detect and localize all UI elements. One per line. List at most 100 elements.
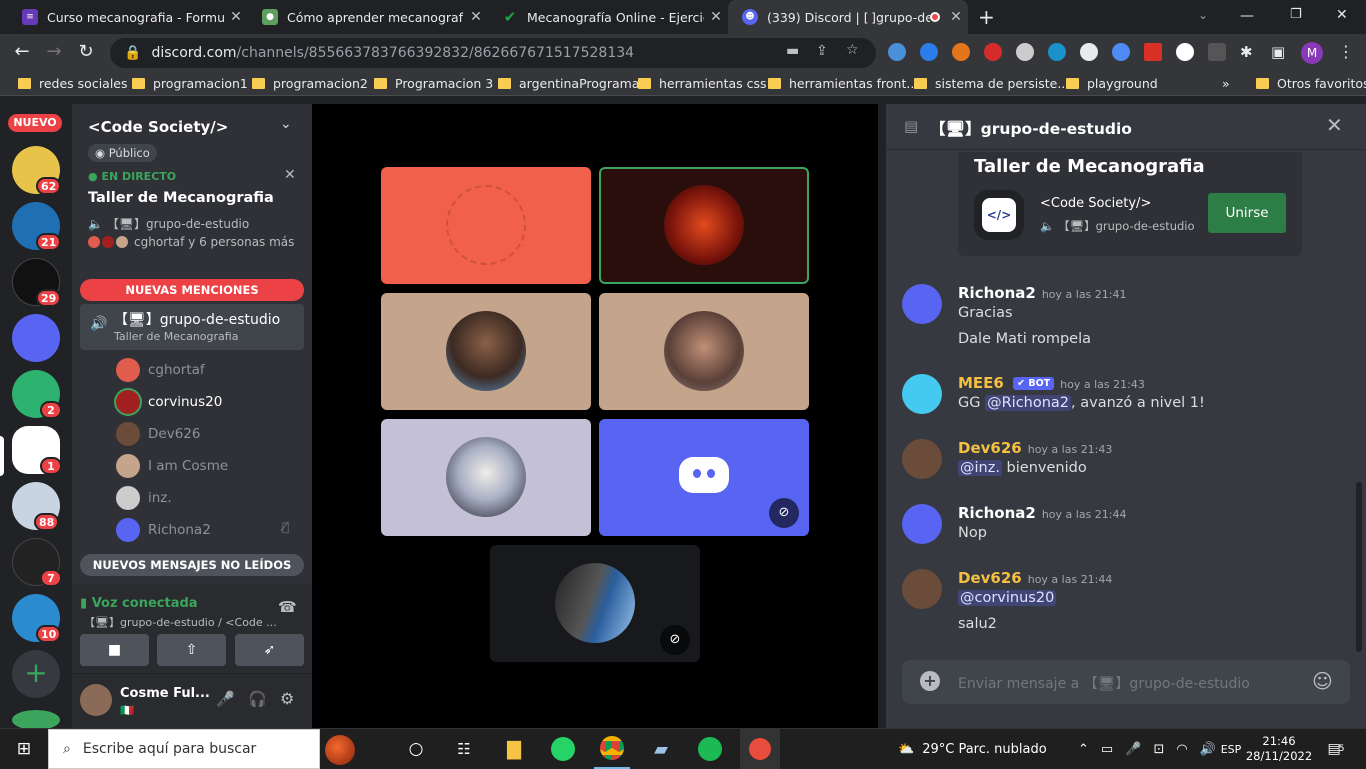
voice-user[interactable]: corvinus20 [116,390,222,414]
battery-icon[interactable]: ▭ [1101,742,1113,757]
extension-icon[interactable] [1048,43,1066,61]
volume-icon[interactable]: 🔊 [1200,742,1216,757]
browser-tab[interactable]: ● Cómo aprender mecanografía: 1 ✕ [248,0,488,34]
headphones-icon[interactable]: 🎧 [248,690,267,708]
extension-icon[interactable] [1176,43,1194,61]
avatar[interactable] [902,374,942,414]
restore-icon[interactable]: ❐ [1290,7,1302,22]
extension-icon[interactable] [1016,43,1034,61]
file-explorer-icon[interactable]: ▇ [496,729,532,769]
pdf-icon[interactable] [1144,43,1162,61]
video-tile[interactable]: ⊘ [599,419,809,536]
bookmarks-overflow[interactable]: » [1222,76,1230,91]
share-icon[interactable]: ⇪ [816,43,828,59]
bookmark-folder[interactable]: programacion1 [132,76,248,91]
bookmark-folder[interactable]: redes sociales [18,76,128,91]
browser-tab[interactable]: ✔ Mecanografía Online - Ejercicio c ✕ [488,0,728,34]
clock[interactable]: 21:46 28/11/2022 [1246,729,1312,769]
reload-icon[interactable]: ↻ [70,41,102,62]
avatar[interactable] [902,504,942,544]
bookmark-folder[interactable]: playground [1066,76,1158,91]
wifi-icon[interactable]: ◠ [1176,742,1187,757]
spotify-icon[interactable] [692,729,728,769]
video-tile[interactable] [599,293,809,410]
tab-search-icon[interactable]: ⌄ [1198,8,1208,22]
extension-icon[interactable] [888,43,906,61]
menu-icon[interactable]: ⋮ [1338,42,1354,61]
message-author[interactable]: Richona2 hoy a las 21:41 [958,284,1126,302]
scrollbar[interactable] [1356,482,1362,652]
close-tab-icon[interactable]: ✕ [464,9,488,25]
bookmark-star-icon[interactable]: ☆ [846,42,859,58]
close-icon[interactable]: ✕ [284,167,296,183]
message-author[interactable]: Richona2 hoy a las 21:44 [958,504,1126,522]
close-window-icon[interactable]: ✕ [1336,7,1348,23]
widgets-icon[interactable]: ☷ [446,729,482,769]
bookmark-folder[interactable]: Programacion 3 [374,76,493,91]
extension-icon[interactable] [1080,43,1098,61]
event-title[interactable]: Taller de Mecanografia [88,190,274,206]
back-icon[interactable]: ← [6,41,38,62]
metamask-icon[interactable] [952,43,970,61]
windows-start-icon[interactable]: ⊞ [0,729,48,769]
voice-user[interactable]: Richona2 [116,518,211,542]
adblock-icon[interactable] [984,43,1002,61]
add-server-icon[interactable]: + [12,650,60,698]
app-icon[interactable]: ▰ [643,729,679,769]
message-author[interactable]: Dev626 hoy a las 21:43 [958,439,1112,457]
avatar[interactable] [902,569,942,609]
message-input[interactable]: + Enviar mensaje a 【🖥】grupo-de-estudio ☺ [902,660,1350,704]
weather-widget[interactable]: ⛅ 29°C Parc. nublado [898,729,1058,769]
voice-user[interactable]: inz. [116,486,172,510]
address-bar[interactable]: 🔒 discord.com/channels/85566378376639283… [110,38,876,68]
browser-tab-active[interactable]: ☻ (339) Discord | [ ]grupo-de ✕ [728,0,968,34]
avatar[interactable] [902,439,942,479]
close-tab-icon[interactable]: ✕ [944,9,968,25]
extension-icon[interactable] [1112,43,1130,61]
server-name[interactable]: <Code Society/> [88,118,228,136]
user-mention[interactable]: @corvinus20 [958,590,1057,606]
whatsapp-icon[interactable] [545,729,581,769]
avatar[interactable] [80,684,112,716]
language-indicator[interactable]: ESP [1216,729,1246,769]
add-attachment-icon[interactable]: + [920,671,940,691]
task-view-icon[interactable]: ○ [398,729,434,769]
activity-button[interactable]: ➶ [235,634,304,666]
bookmark-folder[interactable]: herramientas front... [768,76,918,91]
close-icon[interactable]: ✕ [1326,113,1343,137]
user-mention[interactable]: @inz. [958,460,1002,476]
bookmark-folder[interactable]: sistema de persiste... [914,76,1069,91]
bookmark-folder[interactable]: programacion2 [252,76,368,91]
video-tile[interactable] [381,419,591,536]
forward-icon[interactable]: → [38,41,70,62]
video-tile[interactable]: ⊘ [490,545,700,662]
join-button[interactable]: Unirse [1208,193,1286,233]
extension-icon[interactable] [1208,43,1226,61]
voice-user[interactable]: Dev626 [116,422,200,446]
camera-button[interactable]: ■ [80,634,149,666]
side-panel-icon[interactable]: ▣ [1271,43,1285,61]
emoji-icon[interactable]: ☺ [1312,669,1333,693]
microphone-icon[interactable]: 🎤 [216,690,235,708]
video-tile[interactable] [381,293,591,410]
user-mention[interactable]: @Richona2 [985,395,1072,411]
puzzle-icon[interactable]: ✱ [1240,43,1253,61]
notifications-icon[interactable]: ▤ 5 [1318,729,1354,769]
disconnect-icon[interactable]: ☎ [278,598,297,616]
other-bookmarks[interactable]: Otros favoritos [1256,76,1366,91]
message-author[interactable]: MEE6 ✔ BOT hoy a las 21:43 [958,374,1145,392]
message-author[interactable]: Dev626 hoy a las 21:44 [958,569,1112,587]
close-tab-icon[interactable]: ✕ [224,9,248,25]
chevron-up-icon[interactable]: ⌃ [1078,742,1089,757]
video-tile-speaking[interactable] [599,167,809,284]
bookmark-folder[interactable]: argentinaPrograma [498,76,639,91]
voice-user[interactable]: I am Cosme [116,454,228,478]
settings-icon[interactable]: ⚙ [280,689,294,708]
avatar[interactable] [902,284,942,324]
screen-share-button[interactable]: ⇧ [157,634,226,666]
profile-avatar[interactable]: M [1301,42,1323,64]
new-tab-icon[interactable]: + [978,5,995,29]
video-tile[interactable] [381,167,591,284]
cast-icon[interactable]: ▬ [786,43,799,59]
chevron-down-icon[interactable]: ⌄ [280,116,292,132]
